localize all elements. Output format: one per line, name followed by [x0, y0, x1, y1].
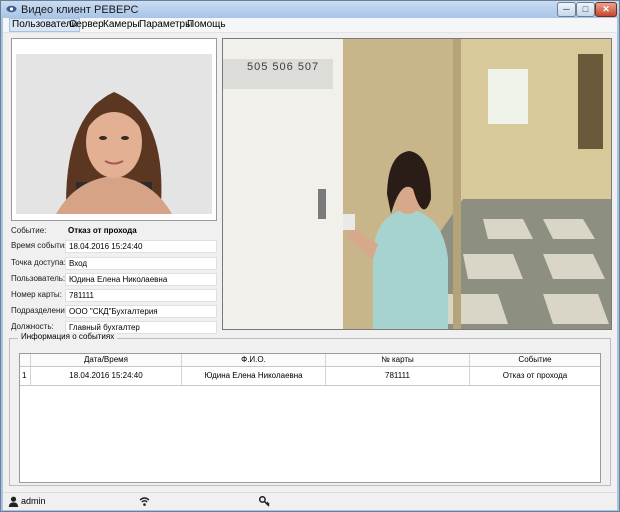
cell-card: 781111 — [325, 367, 469, 385]
camera-view[interactable]: 505 506 507 — [222, 38, 612, 330]
cell-datetime: 18.04.2016 15:24:40 — [30, 367, 181, 385]
cell-event: Отказ от прохода — [469, 367, 600, 385]
minimize-icon: ─ — [563, 4, 570, 14]
column-header-index[interactable] — [20, 354, 30, 366]
cell-name: Юдина Елена Николаевна — [181, 367, 325, 385]
user-photo-panel — [11, 38, 217, 221]
window-title: Видео клиент РЕВЕРС — [21, 4, 139, 16]
detail-value: 781111 — [65, 289, 217, 302]
status-bar: admin — [3, 492, 617, 510]
detail-user: Пользователь: Юдина Елена Николаевна — [11, 273, 217, 287]
menu-bar: Пользователи Сервер Камеры Параметры Пом… — [3, 18, 617, 33]
client-area: Пользователи Сервер Камеры Параметры Пом… — [3, 18, 617, 510]
detail-label: Должность: — [11, 322, 54, 331]
column-header-event[interactable]: Событие — [469, 354, 600, 366]
user-icon — [8, 496, 19, 507]
events-table: Дата/Время Ф.И.О. № карты Событие 1 18.0… — [19, 353, 601, 483]
column-header-datetime[interactable]: Дата/Время — [30, 354, 181, 366]
detail-label: Событие: — [11, 226, 47, 235]
table-header: Дата/Время Ф.И.О. № карты Событие — [20, 354, 600, 367]
menu-server[interactable]: Сервер — [67, 19, 106, 31]
app-logo-icon — [6, 5, 17, 13]
detail-value: Юдина Елена Николаевна — [65, 273, 217, 286]
detail-label: Точка доступа: — [11, 258, 66, 267]
detail-value: Отказ от прохода — [68, 226, 137, 235]
detail-access-point: Точка доступа: Вход — [11, 257, 217, 271]
wifi-icon — [139, 497, 150, 506]
door-numbers: 505 506 507 — [247, 61, 320, 73]
detail-department: Подразделение: ООО "СКД"Бухгалтерия — [11, 305, 217, 319]
detail-event: Событие: Отказ от прохода — [11, 225, 217, 239]
user-photo — [16, 54, 212, 214]
column-header-name[interactable]: Ф.И.О. — [181, 354, 325, 366]
key-icon — [259, 496, 270, 507]
events-group: Информация о событиях Дата/Время Ф.И.О. … — [9, 332, 611, 486]
menu-help[interactable]: Помощь — [185, 19, 228, 31]
close-button[interactable]: ✕ — [595, 2, 617, 17]
detail-label: Подразделение: — [11, 306, 72, 315]
maximize-button[interactable]: □ — [576, 2, 595, 17]
detail-event-time: Время события: 18.04.2016 15:24:40 — [11, 240, 217, 254]
detail-card-number: Номер карты: 781111 — [11, 289, 217, 303]
close-icon: ✕ — [602, 4, 610, 14]
detail-value: Вход — [65, 257, 217, 270]
column-header-card[interactable]: № карты — [325, 354, 469, 366]
minimize-button[interactable]: ─ — [557, 2, 576, 17]
table-row[interactable]: 1 18.04.2016 15:24:40 Юдина Елена Никола… — [20, 367, 600, 386]
status-user: admin — [21, 496, 46, 506]
title-bar[interactable]: Видео клиент РЕВЕРС ─ □ ✕ — [1, 1, 619, 18]
app-window: Видео клиент РЕВЕРС ─ □ ✕ Пользователи С… — [0, 0, 620, 512]
detail-value: ООО "СКД"Бухгалтерия — [65, 305, 217, 318]
detail-label: Пользователь: — [11, 274, 66, 283]
events-caption: Информация о событиях — [18, 332, 118, 341]
detail-value: 18.04.2016 15:24:40 — [65, 240, 217, 253]
detail-label: Номер карты: — [11, 290, 62, 299]
menu-cameras[interactable]: Камеры — [101, 19, 142, 31]
maximize-icon: □ — [582, 4, 589, 14]
cell-index: 1 — [22, 371, 27, 380]
detail-label: Время события: — [11, 241, 71, 250]
